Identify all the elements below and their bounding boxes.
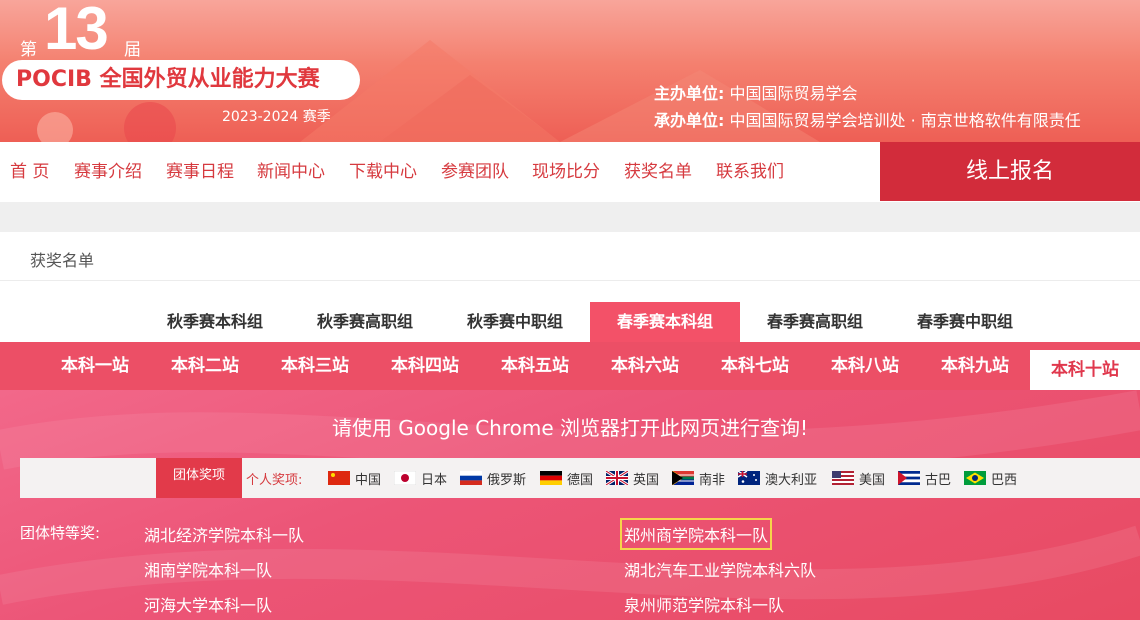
- edition-prefix: 第: [20, 40, 37, 60]
- station-tab-6[interactable]: 本科六站: [590, 342, 700, 390]
- country-label: 古巴: [925, 472, 952, 488]
- nav-home[interactable]: 首 页: [10, 142, 49, 202]
- country-label: 德国: [567, 472, 594, 488]
- tab-autumn-secondary[interactable]: 秋季赛中职组: [440, 302, 590, 342]
- results-panel: 请使用 Google Chrome 浏览器打开此网页进行查询! 团体奖项 个人奖…: [0, 390, 1140, 620]
- australia-flag-icon: [738, 471, 760, 485]
- country-label: 中国: [355, 472, 382, 488]
- station-tab-9[interactable]: 本科九站: [920, 342, 1030, 390]
- nav-teams[interactable]: 参赛团队: [441, 142, 509, 202]
- station-tab-10[interactable]: 本科十站: [1030, 350, 1140, 390]
- nav-contact[interactable]: 联系我们: [716, 142, 784, 202]
- station-tab-2[interactable]: 本科二站: [150, 342, 260, 390]
- country-uk[interactable]: 英国: [606, 468, 659, 488]
- country-label: 俄罗斯: [487, 472, 527, 488]
- organizer-value: 中国国际贸易学会培训处 · 南京世格软件有限责任: [729, 111, 1081, 130]
- edition-suffix: 届: [124, 40, 141, 60]
- country-china[interactable]: 中国: [328, 468, 381, 488]
- tab-autumn-vocational[interactable]: 秋季赛高职组: [290, 302, 440, 342]
- host-label: 主办单位:: [654, 84, 725, 103]
- usa-flag-icon: [832, 471, 854, 485]
- award-filter-bar: 团体奖项 个人奖项: 中国 日本 俄罗斯 德国 英国 南非 澳大利亚 美国 古巴…: [20, 458, 1140, 498]
- tab-spring-vocational[interactable]: 春季赛高职组: [740, 302, 890, 342]
- breadcrumb-current: 获奖名单: [30, 251, 95, 270]
- header-banner: 第 13 届 POCIB 全国外贸从业能力大赛 2023-2024 赛季 主办单…: [0, 0, 1140, 142]
- organizer-info: 承办单位: 中国国际贸易学会培训处 · 南京世格软件有限责任: [654, 107, 1081, 131]
- team-link[interactable]: 湖北经济学院本科一队: [144, 522, 304, 546]
- team-link-highlighted[interactable]: 郑州商学院本科一队: [619, 518, 773, 550]
- personal-award-label: 个人奖项:: [246, 473, 303, 488]
- nav-download[interactable]: 下载中心: [349, 142, 417, 202]
- germany-flag-icon: [540, 471, 562, 485]
- organizer-label: 承办单位:: [654, 111, 725, 130]
- tab-spring-secondary[interactable]: 春季赛中职组: [890, 302, 1040, 342]
- country-germany[interactable]: 德国: [540, 468, 593, 488]
- nav-news[interactable]: 新闻中心: [257, 142, 325, 202]
- china-flag-icon: [328, 471, 350, 485]
- edition-number: 13: [44, 0, 109, 62]
- host-info: 主办单位: 中国国际贸易学会: [654, 80, 858, 104]
- award-level-label: 团体特等奖:: [20, 524, 101, 542]
- host-value: 中国国际贸易学会: [729, 84, 858, 103]
- tab-autumn-undergrad[interactable]: 秋季赛本科组: [140, 302, 290, 342]
- nav-live-score[interactable]: 现场比分: [532, 142, 600, 202]
- station-tabs: 本科一站 本科二站 本科三站 本科四站 本科五站 本科六站 本科七站 本科八站 …: [0, 342, 1140, 390]
- breadcrumb: 获奖名单: [0, 232, 1140, 281]
- team-link[interactable]: 湘南学院本科一队: [144, 557, 272, 581]
- russia-flag-icon: [460, 471, 482, 485]
- team-link[interactable]: 湖北汽车工业学院本科六队: [624, 557, 816, 581]
- brazil-flag-icon: [964, 471, 986, 485]
- station-tab-1[interactable]: 本科一站: [40, 342, 150, 390]
- station-tab-7[interactable]: 本科七站: [700, 342, 810, 390]
- country-brazil[interactable]: 巴西: [964, 468, 1017, 488]
- nav-winners[interactable]: 获奖名单: [624, 142, 692, 202]
- station-tab-4[interactable]: 本科四站: [370, 342, 480, 390]
- japan-flag-icon: [394, 471, 416, 485]
- online-signup-button[interactable]: 线上报名: [880, 142, 1140, 201]
- nav-schedule[interactable]: 赛事日程: [166, 142, 234, 202]
- country-japan[interactable]: 日本: [394, 468, 447, 488]
- country-label: 美国: [859, 472, 886, 488]
- south-africa-flag-icon: [672, 471, 694, 485]
- country-label: 日本: [421, 472, 448, 488]
- country-cuba[interactable]: 古巴: [898, 468, 951, 488]
- country-label: 英国: [633, 472, 660, 488]
- cuba-flag-icon: [898, 471, 920, 485]
- country-south-africa[interactable]: 南非: [672, 468, 725, 488]
- uk-flag-icon: [606, 471, 628, 485]
- group-tabs: 秋季赛本科组 秋季赛高职组 秋季赛中职组 春季赛本科组 春季赛高职组 春季赛中职…: [0, 300, 1140, 342]
- competition-title: POCIB 全国外贸从业能力大赛: [2, 60, 360, 100]
- country-label: 巴西: [991, 472, 1018, 488]
- country-russia[interactable]: 俄罗斯: [460, 468, 526, 488]
- team-link[interactable]: 泉州师范学院本科一队: [624, 592, 784, 616]
- nav-intro[interactable]: 赛事介绍: [74, 142, 142, 202]
- divider-band: [0, 202, 1140, 232]
- country-label: 南非: [699, 472, 726, 488]
- station-tab-3[interactable]: 本科三站: [260, 342, 370, 390]
- season-label: 2023-2024 赛季: [222, 109, 331, 125]
- country-label: 澳大利亚: [765, 472, 818, 488]
- browser-notice: 请使用 Google Chrome 浏览器打开此网页进行查询!: [331, 416, 809, 440]
- country-usa[interactable]: 美国: [832, 468, 885, 488]
- country-australia[interactable]: 澳大利亚: [738, 468, 817, 488]
- team-link[interactable]: 河海大学本科一队: [144, 592, 272, 616]
- tab-spring-undergrad[interactable]: 春季赛本科组: [590, 302, 740, 342]
- station-tab-8[interactable]: 本科八站: [810, 342, 920, 390]
- station-tab-5[interactable]: 本科五站: [480, 342, 590, 390]
- team-award-tab[interactable]: 团体奖项: [156, 458, 242, 498]
